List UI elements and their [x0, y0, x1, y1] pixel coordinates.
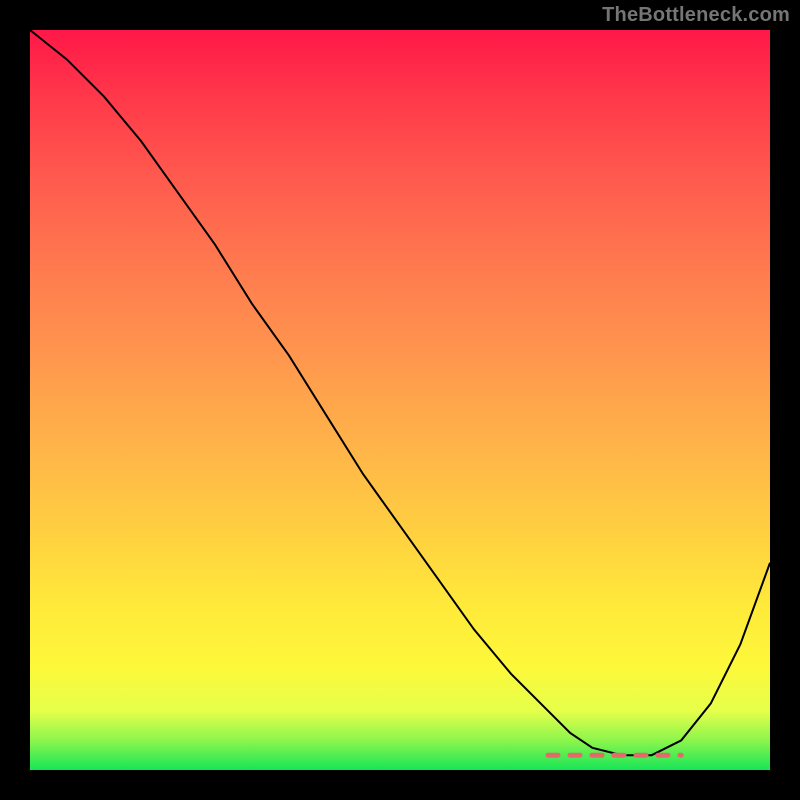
chart-frame: TheBottleneck.com	[0, 0, 800, 800]
plot-area	[30, 30, 770, 770]
watermark-text: TheBottleneck.com	[602, 4, 790, 27]
chart-svg	[30, 30, 770, 770]
bottleneck-curve	[30, 30, 770, 755]
